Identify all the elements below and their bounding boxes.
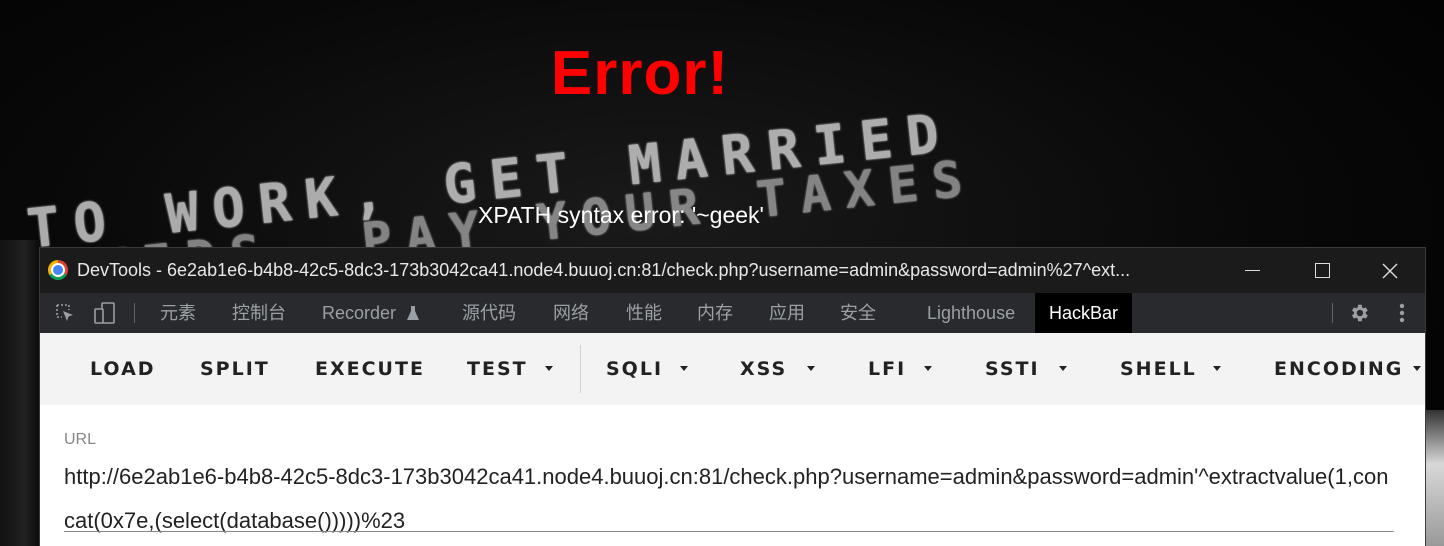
sqli-dropdown-icon bbox=[680, 366, 688, 371]
minimize-button[interactable] bbox=[1220, 248, 1284, 293]
minimize-icon bbox=[1244, 270, 1260, 271]
maximize-button[interactable] bbox=[1290, 248, 1354, 293]
devtools-titlebar: DevTools - 6e2ab1e6-b4b8-42c5-8dc3-173b3… bbox=[40, 248, 1425, 293]
flask-icon bbox=[407, 306, 420, 320]
ssti-dropdown-icon bbox=[1059, 366, 1067, 371]
shell-dropdown-icon bbox=[1213, 366, 1221, 371]
error-message: XPATH syntax error: '~geek' bbox=[478, 202, 764, 228]
tab-elements[interactable]: 元素 bbox=[148, 293, 208, 333]
tab-memory[interactable]: 内存 bbox=[685, 293, 745, 333]
close-button[interactable] bbox=[1358, 248, 1422, 293]
tab-application[interactable]: 应用 bbox=[757, 293, 817, 333]
page-left-edge bbox=[0, 240, 40, 546]
inspect-element-icon bbox=[56, 304, 73, 321]
close-icon bbox=[1382, 263, 1398, 278]
devtools-toolbar: 元素 控制台 Recorder 源代码 网络 性能 内存 应用 安全 Light… bbox=[40, 293, 1425, 333]
more-vertical-icon bbox=[1399, 303, 1405, 323]
tab-network[interactable]: 网络 bbox=[541, 293, 601, 333]
tab-hackbar[interactable]: HackBar bbox=[1035, 293, 1133, 333]
window-title: DevTools - 6e2ab1e6-b4b8-42c5-8dc3-173b3… bbox=[77, 260, 1131, 280]
device-toolbar-icon bbox=[94, 302, 115, 324]
settings-button[interactable] bbox=[1346, 293, 1372, 333]
sqli-button[interactable]: SQLI bbox=[606, 351, 663, 387]
tab-recorder-label: Recorder bbox=[322, 303, 397, 323]
shell-button[interactable]: SHELL bbox=[1120, 351, 1197, 387]
test-dropdown-icon bbox=[545, 366, 553, 371]
toolbar-divider bbox=[134, 303, 135, 323]
error-title: Error! bbox=[550, 39, 730, 108]
page-right-edge bbox=[1426, 410, 1444, 546]
url-label: URL bbox=[64, 431, 97, 448]
load-button[interactable]: LOAD bbox=[90, 351, 156, 387]
maximize-icon bbox=[1314, 263, 1330, 278]
hackbar-divider bbox=[580, 345, 581, 393]
inspect-element-button[interactable] bbox=[52, 293, 78, 333]
execute-button[interactable]: EXECUTE bbox=[315, 351, 425, 387]
gear-icon bbox=[1352, 304, 1368, 322]
tab-recorder[interactable]: Recorder bbox=[310, 293, 432, 333]
more-options-button[interactable] bbox=[1392, 293, 1412, 333]
tab-sources[interactable]: 源代码 bbox=[450, 293, 528, 333]
hackbar-toolbar: LOAD SPLIT EXECUTE TEST SQLI XSS LFI SST… bbox=[40, 333, 1425, 405]
chrome-icon bbox=[48, 260, 68, 280]
ssti-button[interactable]: SSTI bbox=[985, 351, 1040, 387]
tab-console[interactable]: 控制台 bbox=[220, 293, 298, 333]
tab-performance[interactable]: 性能 bbox=[614, 293, 674, 333]
tab-lighthouse[interactable]: Lighthouse bbox=[915, 293, 1027, 333]
url-input-underline bbox=[64, 531, 1394, 532]
device-toolbar-button[interactable] bbox=[92, 293, 118, 333]
toolbar-divider-right bbox=[1332, 303, 1333, 323]
xss-button[interactable]: XSS bbox=[740, 351, 787, 387]
test-button[interactable]: TEST bbox=[467, 351, 528, 387]
xss-dropdown-icon bbox=[807, 366, 815, 371]
encoding-button[interactable]: ENCODING bbox=[1274, 351, 1403, 387]
lfi-button[interactable]: LFI bbox=[868, 351, 906, 387]
tab-security[interactable]: 安全 bbox=[828, 293, 888, 333]
url-field-container: URL http://6e2ab1e6-b4b8-42c5-8dc3-173b3… bbox=[40, 405, 1425, 546]
encoding-dropdown-icon bbox=[1413, 366, 1421, 371]
lfi-dropdown-icon bbox=[924, 366, 932, 371]
url-input[interactable]: http://6e2ab1e6-b4b8-42c5-8dc3-173b3042c… bbox=[64, 455, 1394, 543]
split-button[interactable]: SPLIT bbox=[200, 351, 270, 387]
devtools-window: DevTools - 6e2ab1e6-b4b8-42c5-8dc3-173b3… bbox=[40, 248, 1425, 546]
